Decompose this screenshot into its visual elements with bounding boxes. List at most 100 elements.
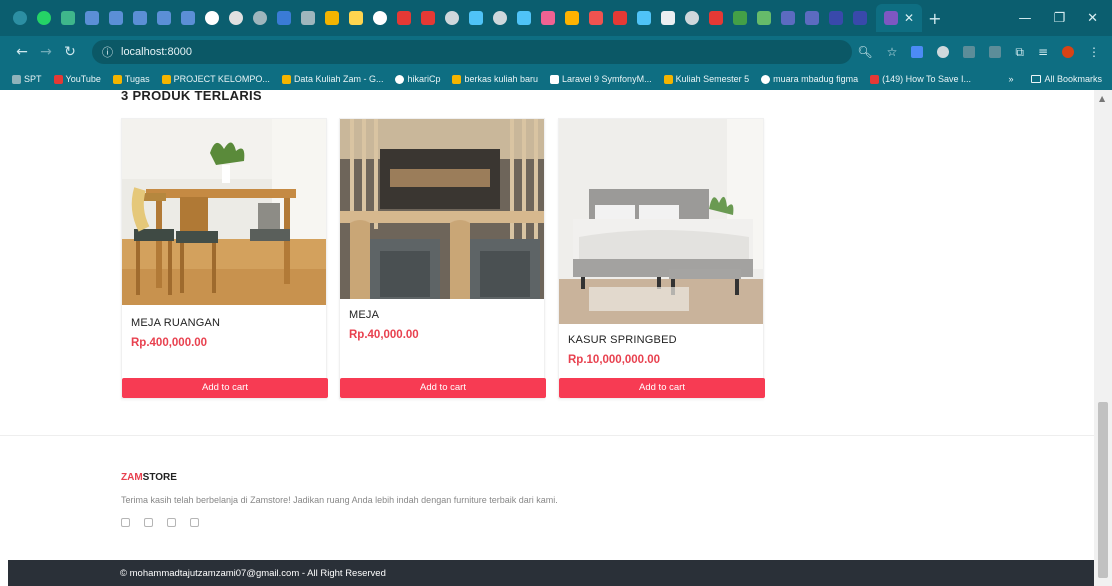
tab-favicon[interactable] — [253, 11, 267, 25]
extensions-puzzle-icon[interactable]: ⧉ — [1015, 45, 1024, 60]
bookmark-item[interactable]: YouTube — [53, 74, 101, 84]
bookmark-item[interactable]: Tugas — [112, 74, 150, 84]
bookmark-item[interactable]: SPT — [12, 74, 42, 84]
minimize-icon[interactable]: — — [1018, 11, 1031, 26]
url-input[interactable]: ⓘ localhost:8000 — [92, 40, 852, 64]
close-tab-icon[interactable]: ✕ — [904, 11, 914, 25]
tab-favicon[interactable] — [397, 11, 411, 25]
tab-favicon[interactable] — [421, 11, 435, 25]
new-tab-icon[interactable]: + — [928, 9, 941, 28]
google-drive-icon — [161, 74, 171, 84]
tab-favicon[interactable] — [661, 11, 675, 25]
tab-favicon[interactable] — [853, 11, 867, 25]
product-image[interactable] — [559, 119, 763, 324]
tab-list-icon[interactable] — [13, 11, 27, 25]
active-tab-favicon — [884, 11, 898, 25]
google-tab-icon[interactable] — [205, 11, 219, 25]
springbed-photo — [559, 119, 763, 324]
more-bookmarks-button[interactable]: » — [1008, 74, 1013, 84]
add-to-cart-button[interactable]: Add to cart — [559, 378, 765, 398]
tab-favicon[interactable] — [445, 11, 459, 25]
google-icon — [761, 74, 771, 84]
dining-table-photo — [122, 119, 326, 305]
google-drive-icon — [452, 74, 462, 84]
whatsapp-tab-icon[interactable] — [37, 11, 51, 25]
gmail-tab-icon[interactable] — [613, 11, 627, 25]
extension-icon[interactable] — [937, 46, 950, 58]
tab-favicon[interactable] — [685, 11, 699, 25]
tab-favicon[interactable] — [541, 11, 555, 25]
restore-icon[interactable]: ❐ — [1053, 11, 1065, 26]
add-to-cart-button[interactable]: Add to cart — [340, 378, 546, 398]
tab-favicon[interactable] — [805, 11, 819, 25]
tab-favicon[interactable] — [757, 11, 771, 25]
product-price: Rp.10,000,000.00 — [568, 354, 661, 366]
tab-favicon[interactable] — [61, 11, 75, 25]
add-to-cart-button[interactable]: Add to cart — [122, 378, 328, 398]
bookmark-item[interactable]: Laravel 9 SymfonyM... — [550, 74, 652, 84]
product-card: MEJA RUANGAN Rp.400,000.00 Add to cart — [121, 118, 328, 399]
forward-icon[interactable]: → — [34, 44, 58, 60]
active-tab[interactable]: ✕ — [876, 4, 923, 32]
browser-menu-icon[interactable]: ⋮ — [1088, 45, 1100, 59]
bookmark-item[interactable]: (149) How To Save I... — [870, 74, 971, 84]
site-info-icon[interactable]: ⓘ — [102, 44, 113, 60]
url-text: localhost:8000 — [121, 46, 192, 58]
close-window-icon[interactable]: ✕ — [1087, 11, 1098, 26]
tab-favicon[interactable] — [301, 11, 315, 25]
linkedin-icon[interactable] — [190, 518, 199, 527]
twitter-icon[interactable] — [144, 518, 153, 527]
toolbar-icons: 🔍︎ ☆ ⧉ ≡ ⋮ — [857, 36, 1100, 68]
facebook-icon[interactable] — [121, 518, 130, 527]
reading-list-icon[interactable]: ≡ — [1038, 45, 1048, 59]
tab-favicon[interactable] — [229, 11, 243, 25]
scrollbar-thumb[interactable] — [1098, 402, 1108, 578]
tab-favicon[interactable] — [133, 11, 147, 25]
tab-favicon[interactable] — [829, 11, 843, 25]
instagram-icon[interactable] — [167, 518, 176, 527]
tab-favicon[interactable] — [469, 11, 483, 25]
maps-tab-icon[interactable] — [325, 11, 339, 25]
profile-avatar-icon[interactable] — [1062, 46, 1074, 58]
tab-favicon[interactable] — [109, 11, 123, 25]
bookmark-item[interactable]: muara mbadug figma — [761, 74, 858, 84]
extension-icon[interactable] — [963, 46, 976, 58]
scroll-up-arrow-icon[interactable]: ▲ — [1099, 94, 1105, 103]
reload-icon[interactable]: ↻ — [58, 44, 82, 60]
tab-favicon[interactable] — [85, 11, 99, 25]
product-name: MEJA RUANGAN — [131, 317, 221, 329]
extension-icon[interactable] — [989, 46, 1002, 58]
address-bar-row: ← → ↻ ⓘ localhost:8000 🔍︎ ☆ ⧉ ≡ ⋮ — [0, 36, 1112, 68]
bookmark-item[interactable]: Data Kuliah Zam - G... — [281, 74, 383, 84]
footer-tagline: Terima kasih telah berbelanja di Zamstor… — [121, 495, 558, 505]
tab-favicon[interactable] — [781, 11, 795, 25]
product-image[interactable] — [340, 119, 544, 299]
bookmark-item[interactable]: PROJECT KELOMPO... — [161, 74, 270, 84]
bookmark-star-icon[interactable]: ☆ — [887, 45, 898, 59]
tab-favicon[interactable] — [493, 11, 507, 25]
tab-favicon[interactable] — [565, 11, 579, 25]
folder-icon — [1031, 75, 1042, 83]
tab-favicon[interactable] — [709, 11, 723, 25]
extension-icon[interactable] — [911, 46, 924, 58]
tab-favicon[interactable] — [157, 11, 171, 25]
product-image[interactable] — [122, 119, 326, 305]
back-icon[interactable]: ← — [10, 44, 34, 60]
tab-favicon[interactable] — [181, 11, 195, 25]
bookmark-item[interactable]: Kuliah Semester 5 — [663, 74, 749, 84]
tab-favicon[interactable] — [517, 11, 531, 25]
bookmark-item[interactable]: hikariCp — [395, 74, 440, 84]
tab-favicon[interactable] — [637, 11, 651, 25]
tab-favicon[interactable] — [589, 11, 603, 25]
vertical-scrollbar[interactable]: ▲ — [1094, 90, 1112, 586]
zoom-icon[interactable]: 🔍︎ — [857, 45, 872, 59]
youtube-icon — [53, 74, 63, 84]
google-tab-icon[interactable] — [373, 11, 387, 25]
tab-favicon[interactable] — [349, 11, 363, 25]
google-drive-icon — [112, 74, 122, 84]
tab-favicon[interactable] — [277, 11, 291, 25]
browser-tab-strip: ✕ + — ❐ ✕ — [0, 0, 1112, 36]
tab-favicon[interactable] — [733, 11, 747, 25]
all-bookmarks-button[interactable]: All Bookmarks — [1031, 74, 1102, 84]
bookmark-item[interactable]: berkas kuliah baru — [452, 74, 538, 84]
